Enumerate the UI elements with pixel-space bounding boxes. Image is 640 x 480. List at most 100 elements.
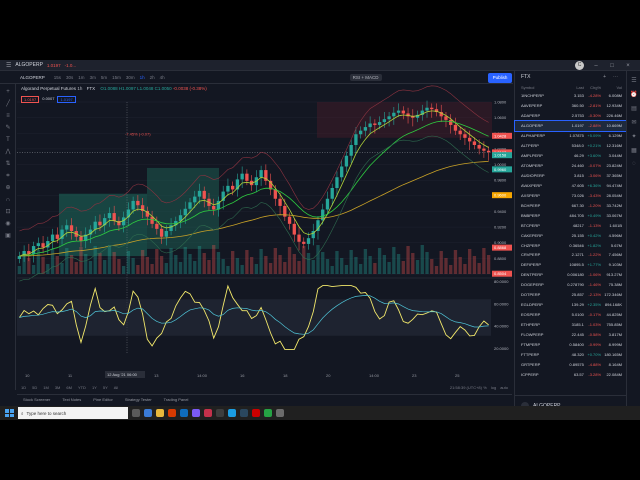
brush-icon[interactable]: ✎ [4, 124, 12, 132]
watchlist-row[interactable]: CRVPERP 2.1271 -1.22% 7.456M [515, 250, 626, 260]
range-all[interactable]: All [114, 385, 118, 390]
eye-icon[interactable]: ◉ [4, 220, 12, 228]
watchlist-row[interactable]: EGLDPERP 139.29 +2.35% 894.168K [515, 300, 626, 310]
trendline-icon[interactable]: ╱ [4, 100, 12, 108]
watchlist-row[interactable]: 1INCHPERP 3.153 -4.28% 6.008M [515, 91, 626, 101]
tab-trading-panel[interactable]: Trading Panel [164, 397, 189, 402]
interval-1h[interactable]: 1h [140, 75, 145, 80]
notifications-icon[interactable]: ◌ [630, 161, 638, 169]
watchlist-row[interactable]: BNBPERP 484.705 +0.49% 33.067M [515, 210, 626, 220]
app-icon-dark[interactable] [216, 409, 224, 417]
tab-text-notes[interactable]: Text Notes [62, 397, 81, 402]
minimize-icon[interactable]: – [592, 62, 600, 70]
watchlist-row[interactable]: ETHPERP 3185.1 -1.03% 755.85M [515, 320, 626, 330]
app-icon-red[interactable] [204, 409, 212, 417]
watchlist-row[interactable]: AVAXPERP 47.605 +6.36% 94.474M [515, 180, 626, 190]
watchlist-row[interactable]: EOSPERP 5.0100 -0.17% 44.825M [515, 310, 626, 320]
fib-icon[interactable]: ≡ [4, 112, 12, 120]
zoom-icon[interactable]: ⊕ [4, 184, 12, 192]
interval-3m[interactable]: 3m [90, 75, 96, 80]
clock[interactable]: 21:58:39 (UTC+8) [450, 385, 482, 390]
watchlist-row[interactable]: ICPPERP 63.57 -3.28% 22.084M [515, 369, 626, 379]
interval-5m[interactable]: 5m [101, 75, 107, 80]
watchlist-row[interactable]: AAVEPERP 360.50 -2.81% 12.934M [515, 101, 626, 111]
tab-stock-screener[interactable]: Stock Screener [23, 397, 50, 402]
interval-1m[interactable]: 1m [78, 75, 84, 80]
pattern-icon[interactable]: ⋀ [4, 148, 12, 156]
watchlist-row[interactable]: DOTPERP 25.857 -2.13% 172.346M [515, 290, 626, 300]
steam-icon[interactable] [240, 409, 248, 417]
range-3m[interactable]: 3M [55, 385, 61, 390]
range-1m[interactable]: 1M [43, 385, 49, 390]
price-chart[interactable]: 1.08001.06001.04001.02001.00000.98000.96… [17, 84, 512, 382]
windows-start-icon[interactable] [4, 408, 14, 418]
interval-2h[interactable]: 2h [150, 75, 155, 80]
log-toggle[interactable]: log [491, 385, 496, 390]
watchlist-row[interactable]: GRTPERP 0.89575 -4.88% 8.164M [515, 359, 626, 369]
interval-15s[interactable]: 15s [54, 75, 61, 80]
watchlist-row[interactable]: DENTPERP 0.006180 -1.06% 913.27M [515, 270, 626, 280]
tab-pine-editor[interactable]: Pine Editor [93, 397, 113, 402]
task-view-icon[interactable] [132, 409, 140, 417]
text-icon[interactable]: T [4, 136, 12, 144]
close-icon[interactable]: × [624, 62, 632, 70]
range-5d[interactable]: 5D [32, 385, 37, 390]
tab-strategy-tester[interactable]: Strategy Tester [125, 397, 152, 402]
buy-button[interactable]: 1.0197 [57, 96, 76, 103]
auto-toggle[interactable]: auto [500, 385, 508, 390]
col-last[interactable]: Last [563, 85, 584, 90]
watchlist-row[interactable]: AMPLPERP 46.29 +3.60% 3.044M [515, 151, 626, 161]
ruler-icon[interactable]: ⌗ [4, 172, 12, 180]
add-symbol-icon[interactable]: + [603, 74, 606, 80]
watchlist-title[interactable]: FTX [521, 74, 530, 80]
percent-toggle[interactable]: % [483, 385, 487, 390]
watchlist-row[interactable]: ALGOPERP 1.0197 -2.88% 10.669M [514, 119, 627, 132]
data-window-icon[interactable]: ▤ [630, 105, 638, 113]
watchlist-row[interactable]: AUDIOPERP 3.815 -3.06% 37.365M [515, 171, 626, 181]
explorer-icon[interactable] [156, 409, 164, 417]
avatar[interactable]: C [575, 61, 584, 70]
watchlist-row[interactable]: CAKEPERP 25.155 +0.42% 4.596M [515, 230, 626, 240]
watchlist-icon[interactable]: ☰ [630, 77, 638, 85]
col-vol[interactable]: Vol [601, 85, 622, 90]
sell-button[interactable]: 1.0197 [21, 96, 40, 103]
forecast-icon[interactable]: ⇅ [4, 160, 12, 168]
magnet-icon[interactable]: ∩ [4, 196, 12, 204]
watchlist-row[interactable]: AXSPERP 73.026 -3.43% 28.054M [515, 190, 626, 200]
edge-icon[interactable] [144, 409, 152, 417]
interval-30s[interactable]: 30s [66, 75, 73, 80]
indicator-template[interactable]: RSI + MACD [349, 73, 382, 81]
watchlist-row[interactable]: FLOWPERP 22.445 -0.58% 3.817M [515, 330, 626, 340]
office-icon[interactable] [168, 409, 176, 417]
trash-icon[interactable]: ▣ [4, 232, 12, 240]
toolbar-symbol[interactable]: ALGOPERP [20, 75, 45, 80]
watchlist-row[interactable]: FTTPERP 48.320 +0.70% 180.165M [515, 349, 626, 359]
store-icon[interactable] [192, 409, 200, 417]
maximize-icon[interactable]: □ [608, 62, 616, 70]
watchlist-row[interactable]: ALPHAPERP 1.07875 +5.09% 6.129M [515, 131, 626, 141]
watchlist-row[interactable]: ALTPERP 5348.0 +0.21% 12.316M [515, 141, 626, 151]
lock-icon[interactable]: ⊡ [4, 208, 12, 216]
menu-icon[interactable]: ☰ [6, 62, 11, 69]
watchlist-row[interactable]: DEFIPERP 10895.5 +1.77% 9.103M [515, 260, 626, 270]
more-icon[interactable]: ⋯ [613, 74, 618, 80]
interval-30m[interactable]: 30m [126, 75, 135, 80]
symbol-tab[interactable]: ALGOPERP [15, 62, 43, 68]
calendar-icon[interactable]: ▦ [630, 147, 638, 155]
youtube-icon[interactable] [252, 409, 260, 417]
ideas-icon[interactable]: ✦ [630, 133, 638, 141]
col-chg[interactable]: Chg% [584, 85, 601, 90]
app-icon-gray[interactable] [276, 409, 284, 417]
chart-area[interactable]: 1.08001.06001.04001.02001.00000.98000.96… [17, 84, 512, 384]
publish-button[interactable]: Publish [488, 73, 512, 83]
range-1y[interactable]: 1Y [92, 385, 97, 390]
col-symbol[interactable]: Symbol [521, 85, 563, 90]
range-6m[interactable]: 6M [66, 385, 72, 390]
mail-icon[interactable] [180, 409, 188, 417]
watchlist-row[interactable]: BTCPERP 48217 -1.13% 1.601B [515, 220, 626, 230]
watchlist-row[interactable]: ATOMPERP 24.460 -0.07% 23.824M [515, 161, 626, 171]
watchlist-row[interactable]: DOGEPERP 0.278790 -1.46% 75.38M [515, 280, 626, 290]
watchlist-row[interactable]: ADAPERP 2.5753 -0.30% 226.46M [515, 111, 626, 121]
chat-icon[interactable]: ✉ [630, 119, 638, 127]
watchlist-row[interactable]: CHZPERP 0.36546 +1.82% 5.67M [515, 240, 626, 250]
